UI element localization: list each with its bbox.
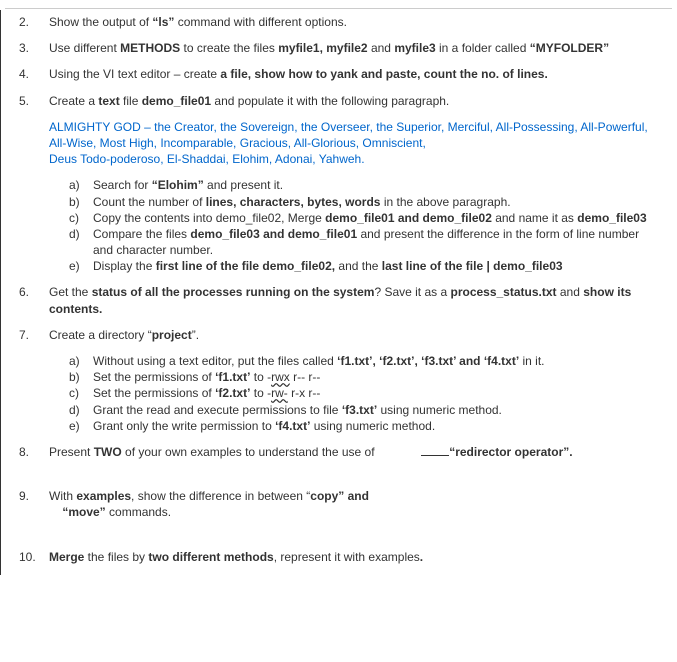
item-text: Create a directory “project”.: [49, 327, 199, 343]
sub-label: e): [69, 258, 93, 274]
item-text: With examples, show the difference in be…: [49, 488, 369, 520]
sub-text: Display the first line of the file demo_…: [93, 258, 563, 274]
question-7: 7. Create a directory “project”.: [19, 327, 652, 343]
question-5-sublist: a) Search for “Elohim” and present it. b…: [69, 177, 652, 274]
item-number: 2.: [19, 14, 49, 30]
subitem-5e: e) Display the first line of the file de…: [69, 258, 652, 274]
question-7-sublist: a) Without using a text editor, put the …: [69, 353, 652, 434]
item-text: Present TWO of your own examples to unde…: [49, 444, 573, 460]
sub-text: Copy the contents into demo_file02, Merg…: [93, 210, 647, 226]
question-3: 3. Use different METHODS to create the f…: [19, 40, 652, 56]
sub-text: Compare the files demo_file03 and demo_f…: [93, 226, 652, 258]
item-number: 7.: [19, 327, 49, 343]
item-number: 9.: [19, 488, 49, 520]
item-number: 10.: [19, 549, 49, 565]
question-5: 5. Create a text file demo_file01 and po…: [19, 93, 652, 109]
sub-label: a): [69, 353, 93, 369]
sub-text: Set the permissions of ‘f1.txt’ to -rwx …: [93, 369, 320, 385]
sub-label: a): [69, 177, 93, 193]
subitem-7c: c) Set the permissions of ‘f2.txt’ to -r…: [69, 385, 652, 401]
question-2: 2. Show the output of “ls” command with …: [19, 14, 652, 30]
subitem-5b: b) Count the number of lines, characters…: [69, 194, 652, 210]
sub-text: Search for “Elohim” and present it.: [93, 177, 283, 193]
item-number: 6.: [19, 284, 49, 316]
item-number: 5.: [19, 93, 49, 109]
item-text: Using the VI text editor – create a file…: [49, 66, 548, 82]
subitem-7e: e) Grant only the write permission to ‘f…: [69, 418, 652, 434]
quote-paragraph: ALMIGHTY GOD – the Creator, the Sovereig…: [49, 119, 652, 168]
sub-text: Grant the read and execute permissions t…: [93, 402, 502, 418]
sub-label: c): [69, 385, 93, 401]
item-number: 8.: [19, 444, 49, 460]
sub-label: e): [69, 418, 93, 434]
sub-text: Set the permissions of ‘f2.txt’ to -rw- …: [93, 385, 320, 401]
sub-label: d): [69, 226, 93, 258]
sub-label: d): [69, 402, 93, 418]
sub-label: b): [69, 369, 93, 385]
sub-text: Without using a text editor, put the fil…: [93, 353, 545, 369]
question-10: 10. Merge the files by two different met…: [19, 549, 652, 565]
subitem-7d: d) Grant the read and execute permission…: [69, 402, 652, 418]
subitem-5c: c) Copy the contents into demo_file02, M…: [69, 210, 652, 226]
question-6: 6. Get the status of all the processes r…: [19, 284, 652, 316]
item-text: Show the output of “ls” command with dif…: [49, 14, 347, 30]
sub-text: Grant only the write permission to ‘f4.t…: [93, 418, 435, 434]
subitem-5d: d) Compare the files demo_file03 and dem…: [69, 226, 652, 258]
item-text: Merge the files by two different methods…: [49, 549, 423, 565]
item-text: Get the status of all the processes runn…: [49, 284, 652, 316]
sub-label: c): [69, 210, 93, 226]
item-number: 4.: [19, 66, 49, 82]
sub-text: Count the number of lines, characters, b…: [93, 194, 511, 210]
item-text: Create a text file demo_file01 and popul…: [49, 93, 449, 109]
question-8: 8. Present TWO of your own examples to u…: [19, 444, 652, 460]
question-4: 4. Using the VI text editor – create a f…: [19, 66, 652, 82]
question-9: 9. With examples, show the difference in…: [19, 488, 652, 520]
subitem-7a: a) Without using a text editor, put the …: [69, 353, 652, 369]
subitem-5a: a) Search for “Elohim” and present it.: [69, 177, 652, 193]
item-text: Use different METHODS to create the file…: [49, 40, 609, 56]
subitem-7b: b) Set the permissions of ‘f1.txt’ to -r…: [69, 369, 652, 385]
sub-label: b): [69, 194, 93, 210]
item-number: 3.: [19, 40, 49, 56]
document-content: 2. Show the output of “ls” command with …: [0, 10, 677, 575]
